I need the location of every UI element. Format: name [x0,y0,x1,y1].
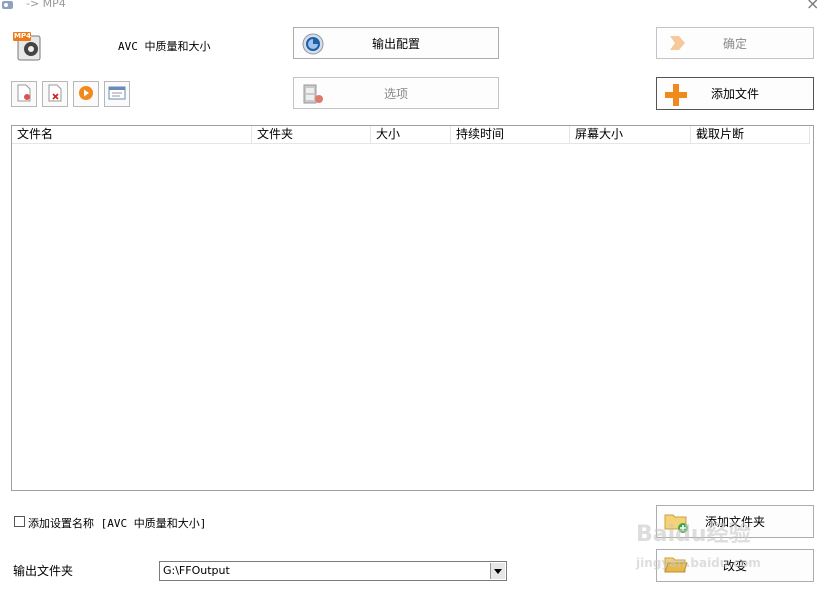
confirm-label: 确定 [722,36,747,51]
column-header-folder[interactable]: 文件夹 [252,126,371,144]
play-icon [78,85,94,104]
output-folder-label: 输出文件夹 [13,564,74,578]
add-name-checkbox[interactable] [14,516,25,527]
file-list[interactable]: 文件名 文件夹 大小 持续时间 屏幕大小 截取片断 [11,125,814,491]
chevron-down-icon[interactable] [490,563,505,579]
title-bar: -> MP4 × [0,0,826,13]
column-header-clip[interactable]: 截取片断 [691,126,810,144]
watermark-url: jingyan.baidu.com [636,556,761,570]
plus-icon [664,83,688,106]
doc-remove-icon [16,84,32,105]
media-info-button[interactable] [104,81,130,107]
add-file-button[interactable]: 添加文件 [656,77,814,110]
profile-description: AVC 中质量和大小 [118,40,211,53]
options-button[interactable]: 选项 [293,77,499,109]
column-header-filename[interactable]: 文件名 [12,126,252,144]
mp4-profile-icon: MP4 [12,30,44,62]
add-file-label: 添加文件 [710,87,759,101]
play-button[interactable] [73,81,99,107]
clear-list-button[interactable] [42,81,68,107]
column-header-size[interactable]: 大小 [371,126,451,144]
output-folder-select[interactable]: G:\FFOutput [159,561,507,581]
output-config-icon [301,32,325,55]
watermark-brand: Baidu经验 [636,522,751,547]
remove-item-button[interactable] [11,81,37,107]
arrow-right-icon [667,33,691,55]
film-settings-icon [302,82,326,104]
mp4-badge-text: MP4 [14,32,31,40]
output-config-label: 输出配置 [371,36,420,51]
close-icon[interactable]: × [806,0,819,13]
add-name-label: 添加设置名称 [AVC 中质量和大小] [28,517,207,530]
column-header-screen-size[interactable]: 屏幕大小 [570,126,691,144]
doc-delete-icon [47,84,63,105]
confirm-button[interactable]: 确定 [656,27,814,59]
info-panel-icon [108,86,126,103]
options-label: 选项 [383,86,408,101]
window-title: -> MP4 [26,0,66,10]
output-config-button[interactable]: 输出配置 [293,27,499,59]
output-folder-value: G:\FFOutput [163,564,230,577]
app-icon [2,0,14,9]
column-header-duration[interactable]: 持续时间 [451,126,570,144]
